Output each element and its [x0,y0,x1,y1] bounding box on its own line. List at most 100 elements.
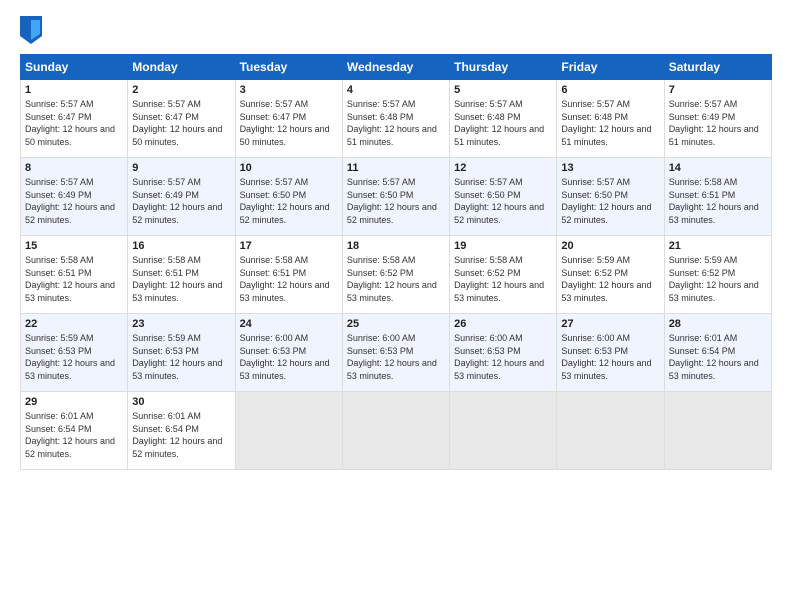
logo [20,16,46,44]
table-cell: 28 Sunrise: 6:01 AMSunset: 6:54 PMDaylig… [664,314,771,392]
table-cell [664,392,771,470]
day-number: 8 [25,162,123,174]
header-row: Sunday Monday Tuesday Wednesday Thursday… [21,55,772,80]
day-info: Sunrise: 6:01 AMSunset: 6:54 PMDaylight:… [132,411,222,459]
day-info: Sunrise: 5:57 AMSunset: 6:48 PMDaylight:… [454,99,544,147]
table-cell: 10 Sunrise: 5:57 AMSunset: 6:50 PMDaylig… [235,158,342,236]
day-info: Sunrise: 6:01 AMSunset: 6:54 PMDaylight:… [669,333,759,381]
day-info: Sunrise: 5:58 AMSunset: 6:51 PMDaylight:… [25,255,115,303]
day-number: 24 [240,318,338,330]
col-sunday: Sunday [21,55,128,80]
day-number: 5 [454,84,552,96]
day-info: Sunrise: 5:57 AMSunset: 6:47 PMDaylight:… [132,99,222,147]
day-number: 9 [132,162,230,174]
table-cell: 25 Sunrise: 6:00 AMSunset: 6:53 PMDaylig… [342,314,449,392]
table-cell [342,392,449,470]
table-cell: 23 Sunrise: 5:59 AMSunset: 6:53 PMDaylig… [128,314,235,392]
day-number: 20 [561,240,659,252]
day-number: 11 [347,162,445,174]
day-number: 1 [25,84,123,96]
day-info: Sunrise: 6:00 AMSunset: 6:53 PMDaylight:… [561,333,651,381]
day-info: Sunrise: 5:57 AMSunset: 6:49 PMDaylight:… [132,177,222,225]
table-row: 1 Sunrise: 5:57 AMSunset: 6:47 PMDayligh… [21,80,772,158]
day-number: 27 [561,318,659,330]
col-wednesday: Wednesday [342,55,449,80]
day-info: Sunrise: 5:59 AMSunset: 6:53 PMDaylight:… [25,333,115,381]
table-cell: 3 Sunrise: 5:57 AMSunset: 6:47 PMDayligh… [235,80,342,158]
day-number: 14 [669,162,767,174]
day-info: Sunrise: 5:59 AMSunset: 6:53 PMDaylight:… [132,333,222,381]
table-cell: 8 Sunrise: 5:57 AMSunset: 6:49 PMDayligh… [21,158,128,236]
day-info: Sunrise: 5:57 AMSunset: 6:50 PMDaylight:… [240,177,330,225]
table-cell: 21 Sunrise: 5:59 AMSunset: 6:52 PMDaylig… [664,236,771,314]
header [20,16,772,44]
table-cell: 18 Sunrise: 5:58 AMSunset: 6:52 PMDaylig… [342,236,449,314]
day-info: Sunrise: 5:58 AMSunset: 6:51 PMDaylight:… [240,255,330,303]
table-cell: 15 Sunrise: 5:58 AMSunset: 6:51 PMDaylig… [21,236,128,314]
day-number: 18 [347,240,445,252]
table-cell: 20 Sunrise: 5:59 AMSunset: 6:52 PMDaylig… [557,236,664,314]
table-cell: 2 Sunrise: 5:57 AMSunset: 6:47 PMDayligh… [128,80,235,158]
day-info: Sunrise: 5:57 AMSunset: 6:50 PMDaylight:… [347,177,437,225]
day-number: 3 [240,84,338,96]
table-cell: 17 Sunrise: 5:58 AMSunset: 6:51 PMDaylig… [235,236,342,314]
day-info: Sunrise: 6:00 AMSunset: 6:53 PMDaylight:… [454,333,544,381]
day-number: 12 [454,162,552,174]
day-number: 7 [669,84,767,96]
table-cell: 27 Sunrise: 6:00 AMSunset: 6:53 PMDaylig… [557,314,664,392]
day-info: Sunrise: 5:58 AMSunset: 6:51 PMDaylight:… [132,255,222,303]
day-info: Sunrise: 5:57 AMSunset: 6:47 PMDaylight:… [240,99,330,147]
day-info: Sunrise: 5:57 AMSunset: 6:50 PMDaylight:… [561,177,651,225]
day-info: Sunrise: 5:57 AMSunset: 6:50 PMDaylight:… [454,177,544,225]
day-info: Sunrise: 5:57 AMSunset: 6:48 PMDaylight:… [561,99,651,147]
table-cell: 1 Sunrise: 5:57 AMSunset: 6:47 PMDayligh… [21,80,128,158]
day-info: Sunrise: 5:57 AMSunset: 6:49 PMDaylight:… [25,177,115,225]
day-info: Sunrise: 5:58 AMSunset: 6:52 PMDaylight:… [454,255,544,303]
day-number: 2 [132,84,230,96]
table-cell: 30 Sunrise: 6:01 AMSunset: 6:54 PMDaylig… [128,392,235,470]
day-number: 26 [454,318,552,330]
table-cell: 14 Sunrise: 5:58 AMSunset: 6:51 PMDaylig… [664,158,771,236]
day-info: Sunrise: 5:58 AMSunset: 6:51 PMDaylight:… [669,177,759,225]
logo-icon [20,16,42,44]
table-cell [235,392,342,470]
day-number: 29 [25,396,123,408]
table-cell: 7 Sunrise: 5:57 AMSunset: 6:49 PMDayligh… [664,80,771,158]
day-info: Sunrise: 5:57 AMSunset: 6:48 PMDaylight:… [347,99,437,147]
table-cell: 19 Sunrise: 5:58 AMSunset: 6:52 PMDaylig… [450,236,557,314]
day-number: 19 [454,240,552,252]
day-info: Sunrise: 5:58 AMSunset: 6:52 PMDaylight:… [347,255,437,303]
table-row: 8 Sunrise: 5:57 AMSunset: 6:49 PMDayligh… [21,158,772,236]
col-friday: Friday [557,55,664,80]
table-cell: 9 Sunrise: 5:57 AMSunset: 6:49 PMDayligh… [128,158,235,236]
table-row: 22 Sunrise: 5:59 AMSunset: 6:53 PMDaylig… [21,314,772,392]
table-cell: 5 Sunrise: 5:57 AMSunset: 6:48 PMDayligh… [450,80,557,158]
day-number: 13 [561,162,659,174]
day-number: 16 [132,240,230,252]
table-row: 15 Sunrise: 5:58 AMSunset: 6:51 PMDaylig… [21,236,772,314]
day-number: 4 [347,84,445,96]
day-number: 30 [132,396,230,408]
day-number: 23 [132,318,230,330]
table-cell: 11 Sunrise: 5:57 AMSunset: 6:50 PMDaylig… [342,158,449,236]
day-number: 10 [240,162,338,174]
day-number: 25 [347,318,445,330]
col-thursday: Thursday [450,55,557,80]
day-info: Sunrise: 6:01 AMSunset: 6:54 PMDaylight:… [25,411,115,459]
day-info: Sunrise: 6:00 AMSunset: 6:53 PMDaylight:… [240,333,330,381]
table-cell: 13 Sunrise: 5:57 AMSunset: 6:50 PMDaylig… [557,158,664,236]
page: Sunday Monday Tuesday Wednesday Thursday… [0,0,792,612]
day-number: 17 [240,240,338,252]
day-number: 6 [561,84,659,96]
table-cell: 22 Sunrise: 5:59 AMSunset: 6:53 PMDaylig… [21,314,128,392]
day-number: 22 [25,318,123,330]
day-info: Sunrise: 5:57 AMSunset: 6:47 PMDaylight:… [25,99,115,147]
day-info: Sunrise: 5:59 AMSunset: 6:52 PMDaylight:… [669,255,759,303]
col-saturday: Saturday [664,55,771,80]
table-cell [450,392,557,470]
calendar-header: Sunday Monday Tuesday Wednesday Thursday… [21,55,772,80]
day-info: Sunrise: 5:57 AMSunset: 6:49 PMDaylight:… [669,99,759,147]
col-monday: Monday [128,55,235,80]
day-number: 21 [669,240,767,252]
calendar-table: Sunday Monday Tuesday Wednesday Thursday… [20,54,772,470]
